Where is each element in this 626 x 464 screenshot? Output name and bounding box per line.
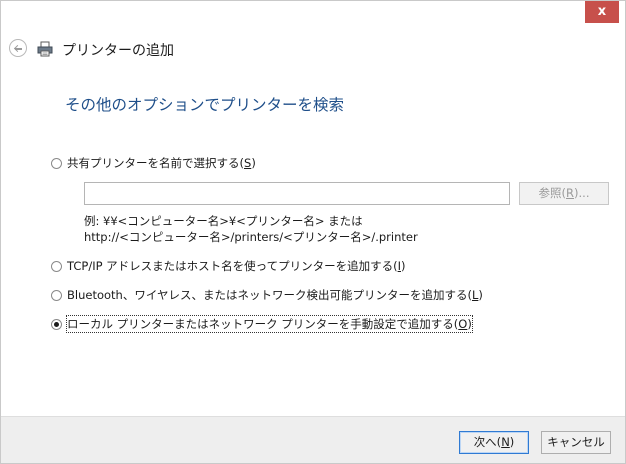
- option-text-end: ): [478, 288, 483, 302]
- access-key: R: [566, 186, 575, 200]
- browse-button[interactable]: 参照(R)...: [519, 182, 609, 205]
- option-text: ローカル プリンターまたはネットワーク プリンターを手動設定で追加する(: [67, 317, 459, 331]
- example-text: 例: ¥¥<コンピューター名>¥<プリンター名> または http://<コンピ…: [84, 213, 418, 245]
- next-text-end: ): [509, 435, 515, 449]
- radio-button[interactable]: [51, 260, 62, 272]
- option-shared-printer[interactable]: 共有プリンターを名前で選択する(S): [51, 154, 256, 172]
- radio-button-selected[interactable]: [51, 318, 62, 330]
- option-tcpip-label[interactable]: TCP/IP アドレスまたはホスト名を使ってプリンターを追加する(I): [67, 258, 406, 274]
- option-text-end: ): [467, 317, 472, 331]
- browse-text: 参照(: [538, 186, 567, 200]
- access-key: N: [501, 435, 510, 449]
- printer-name-input[interactable]: [84, 182, 510, 205]
- option-local-printer[interactable]: ローカル プリンターまたはネットワーク プリンターを手動設定で追加する(O): [51, 315, 473, 333]
- title-bar: x: [1, 1, 625, 31]
- access-key: O: [458, 317, 468, 331]
- option-text: Bluetooth、ワイヤレス、またはネットワーク検出可能プリンターを追加する(: [67, 288, 472, 302]
- dialog-title: プリンターの追加: [62, 43, 174, 59]
- dialog-footer: 次へ(N) キャンセル: [1, 416, 625, 463]
- option-text-end: ): [251, 156, 256, 170]
- option-bluetooth[interactable]: Bluetooth、ワイヤレス、またはネットワーク検出可能プリンターを追加する(…: [51, 286, 483, 304]
- option-tcpip[interactable]: TCP/IP アドレスまたはホスト名を使ってプリンターを追加する(I): [51, 257, 406, 275]
- browse-text-end: )...: [574, 186, 590, 200]
- close-button[interactable]: x: [585, 1, 619, 23]
- back-arrow-icon[interactable]: [9, 39, 27, 57]
- example-line: http://<コンピューター名>/printers/<プリンター名>/.pri…: [84, 230, 418, 244]
- next-button[interactable]: 次へ(N): [459, 431, 529, 454]
- option-text: TCP/IP アドレスまたはホスト名を使ってプリンターを追加する(: [67, 259, 398, 273]
- option-text-end: ): [401, 259, 406, 273]
- option-text: 共有プリンターを名前で選択する(: [67, 156, 244, 170]
- radio-button[interactable]: [51, 157, 62, 169]
- option-local-printer-label[interactable]: ローカル プリンターまたはネットワーク プリンターを手動設定で追加する(O): [66, 315, 473, 333]
- option-bluetooth-label[interactable]: Bluetooth、ワイヤレス、またはネットワーク検出可能プリンターを追加する(…: [67, 287, 483, 303]
- printer-icon: [37, 41, 53, 57]
- radio-button[interactable]: [51, 289, 62, 301]
- cancel-button[interactable]: キャンセル: [541, 431, 611, 454]
- page-title: その他のオプションでプリンターを検索: [65, 96, 345, 114]
- add-printer-dialog: x プリンターの追加 その他のオプションでプリンターを検索 共有プリンターを名前…: [0, 0, 626, 464]
- example-line: 例: ¥¥<コンピューター名>¥<プリンター名> または: [84, 214, 363, 228]
- next-text: 次へ(: [473, 435, 502, 449]
- dialog-header: プリンターの追加: [1, 31, 625, 67]
- option-shared-printer-label[interactable]: 共有プリンターを名前で選択する(S): [67, 155, 256, 171]
